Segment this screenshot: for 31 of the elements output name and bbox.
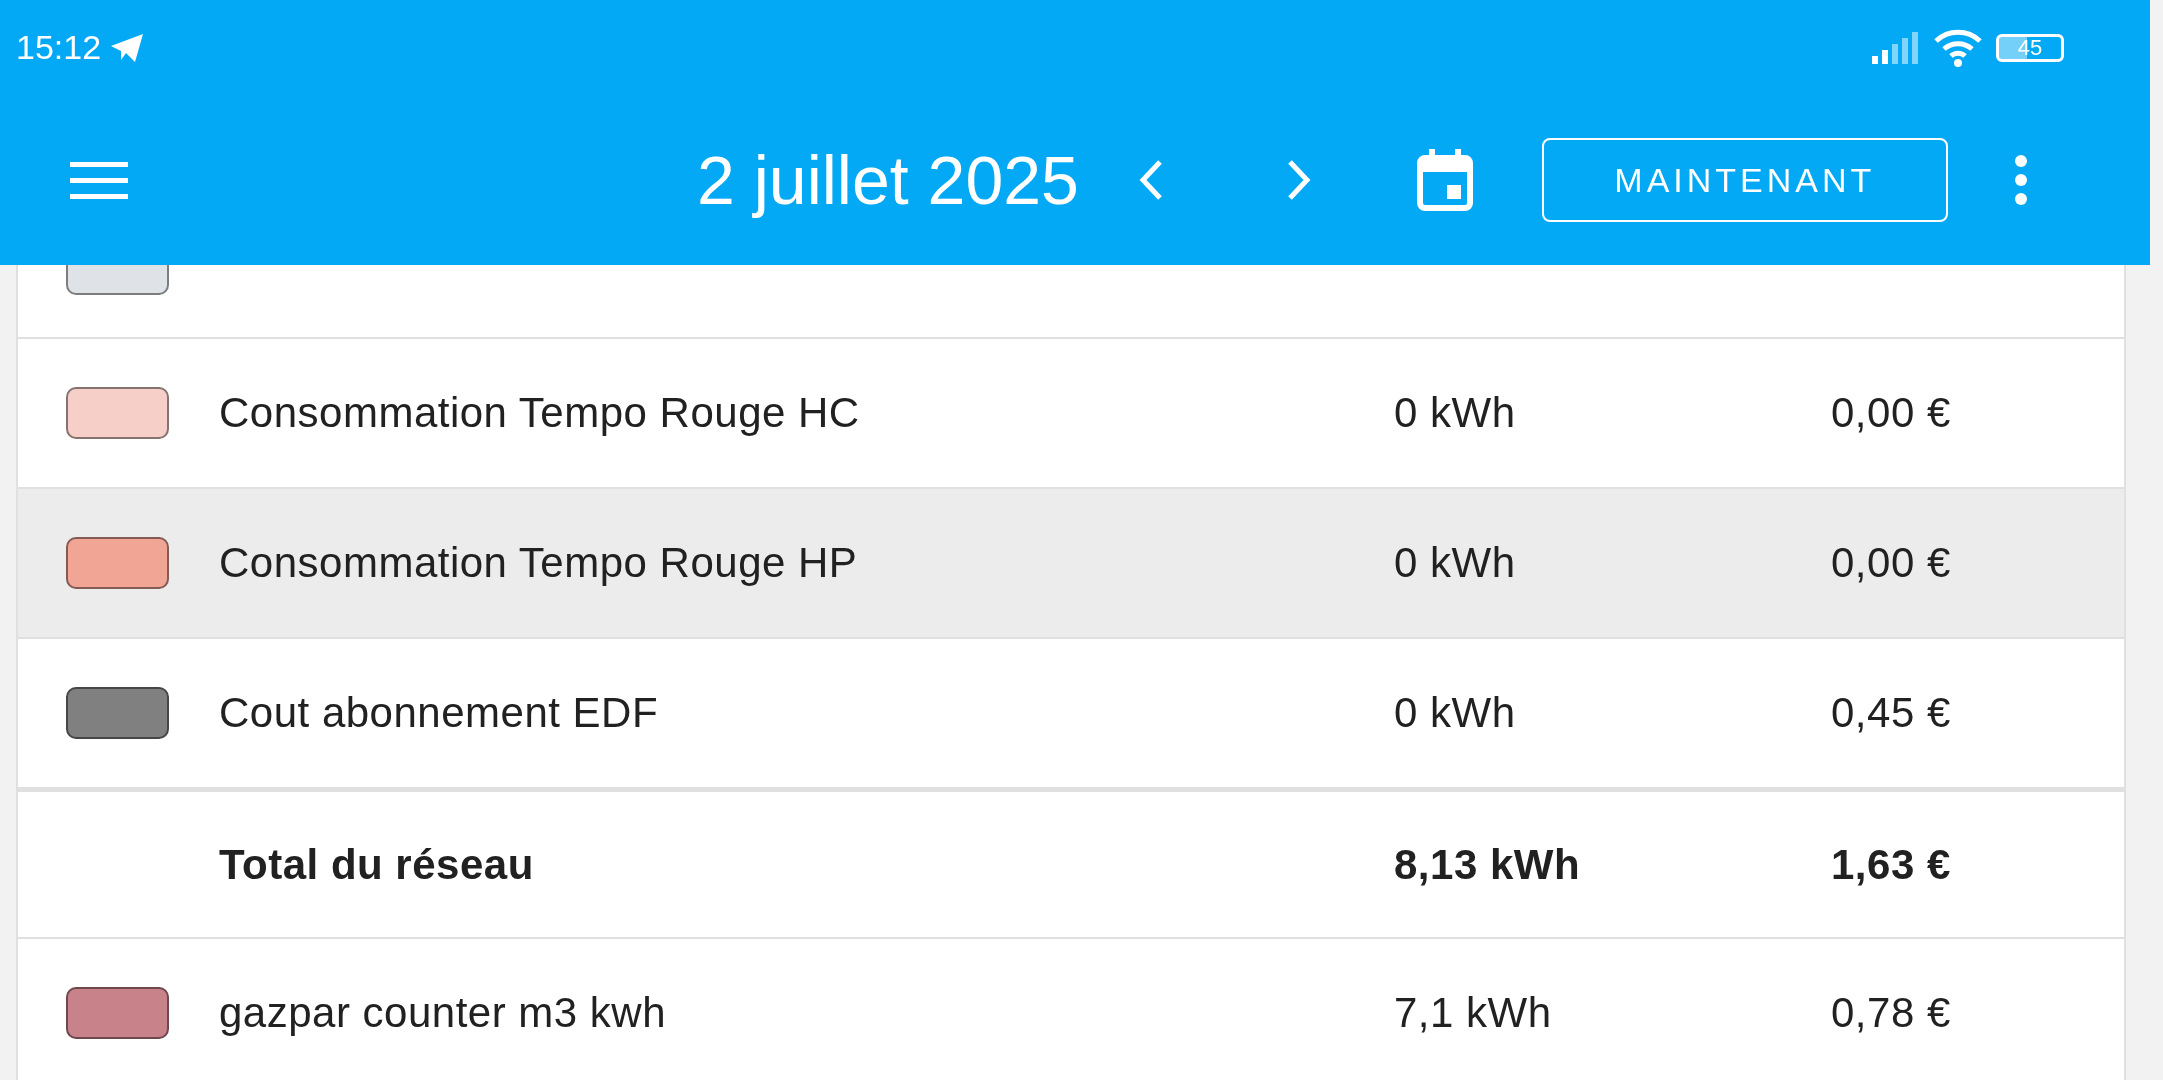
wifi-icon — [1934, 28, 1982, 67]
more-options-icon[interactable] — [2013, 154, 2028, 206]
date-title: 2 juillet 2025 — [697, 141, 1079, 219]
row-label: Total du réseau — [218, 840, 535, 889]
row-label: Consommation Tempo Rouge HC — [218, 389, 861, 437]
table-row[interactable]: gazpar counter m3 kwh 7,1 kWh 0,78 € — [18, 939, 2124, 1080]
energy-value: 0 kWh — [1394, 689, 1517, 737]
chevron-right-icon[interactable] — [1285, 159, 1312, 201]
energy-value: 0 kWh — [1394, 389, 1517, 437]
battery-level: 45 — [1996, 33, 2064, 62]
table-row[interactable]: Consommation Tempo Rouge HP 0 kWh 0,00 € — [18, 489, 2124, 639]
row-label: gazpar counter m3 kwh — [218, 989, 668, 1037]
energy-value: 7,1 kWh — [1394, 989, 1553, 1037]
signal-icon — [1872, 31, 1920, 64]
cost-value: 0,45 € — [1831, 689, 1952, 737]
chevron-left-icon[interactable] — [1137, 159, 1164, 201]
paper-plane-icon — [109, 31, 146, 64]
cost-value: 0,00 € — [1831, 539, 1952, 587]
table-row[interactable]: Cout abonnement EDF 0 kWh 0,45 € — [18, 639, 2124, 789]
row-label: Consommation Tempo Rouge HP — [218, 539, 859, 587]
total-row[interactable]: Total du réseau 8,13 kWh 1,63 € — [18, 789, 2124, 939]
table-row[interactable] — [18, 265, 2124, 339]
cost-value: 0,00 € — [1831, 389, 1952, 437]
calendar-icon[interactable] — [1416, 149, 1473, 211]
clock-time: 15:12 — [16, 28, 102, 67]
energy-value: 8,13 kWh — [1394, 840, 1582, 889]
cost-value: 1,63 € — [1831, 840, 1952, 889]
cost-value: 0,78 € — [1831, 989, 1952, 1037]
menu-icon[interactable] — [70, 160, 128, 200]
row-label: Cout abonnement EDF — [218, 689, 660, 737]
energy-value: 0 kWh — [1394, 539, 1517, 587]
